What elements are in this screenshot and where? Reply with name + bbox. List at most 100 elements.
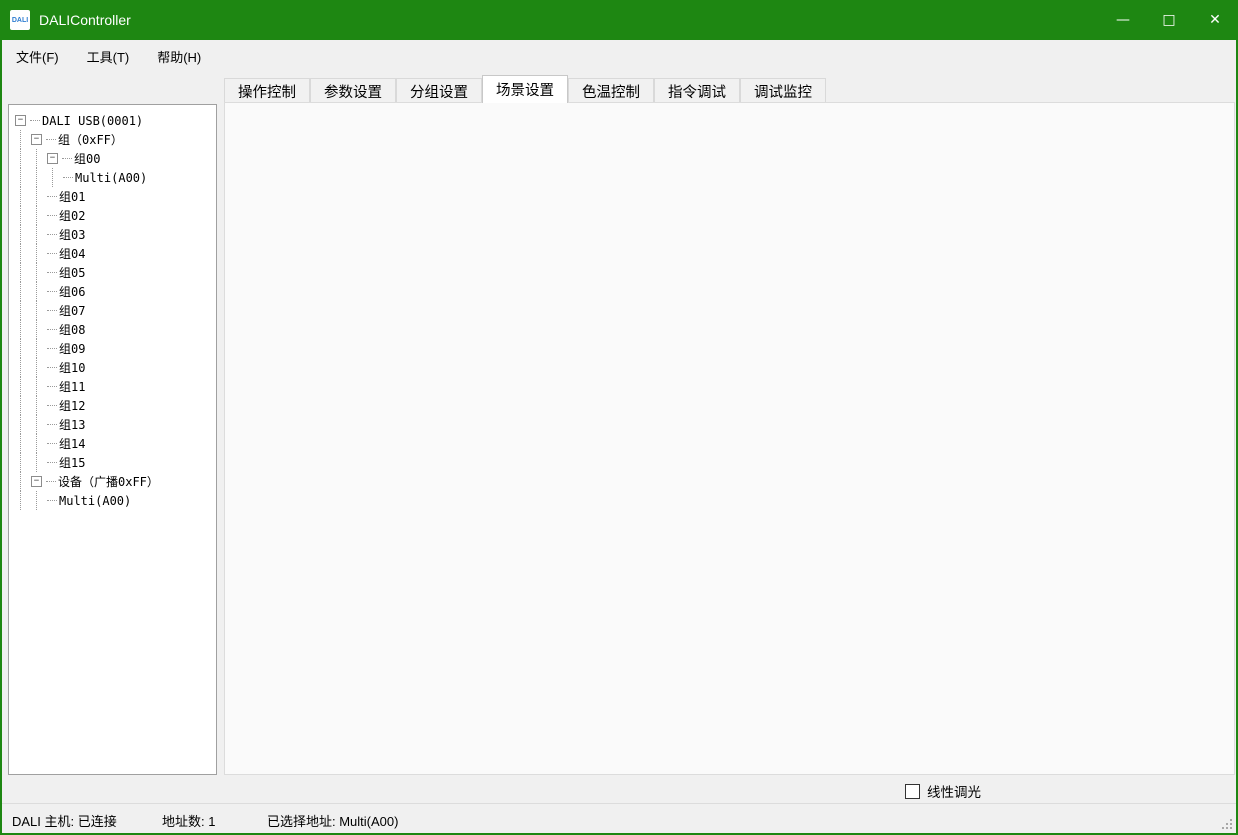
tree-indent-guide: [31, 149, 47, 168]
tree-row[interactable]: − 组00: [9, 149, 216, 168]
tree-row[interactable]: 组15: [9, 453, 216, 472]
resize-grip[interactable]: [1222, 819, 1232, 829]
tree-indent-guide: [31, 434, 47, 453]
close-button[interactable]: ✕: [1192, 0, 1238, 40]
tree-indent-guide: [15, 396, 31, 415]
tree-connector: [47, 443, 57, 444]
tree-row[interactable]: 组08: [9, 320, 216, 339]
tree-connector: [62, 158, 72, 159]
tab[interactable]: 场景设置: [482, 75, 568, 103]
tree-row[interactable]: 组07: [9, 301, 216, 320]
tree-row[interactable]: 组02: [9, 206, 216, 225]
statusbar: DALI 主机: 已连接 地址数: 1 已选择地址: Multi(A00): [2, 803, 1236, 833]
status-host: DALI 主机: 已连接: [12, 811, 117, 830]
tree-connector: [63, 177, 73, 178]
tree-indent-guide: [31, 244, 47, 263]
tree-item-label: 组（0xFF）: [58, 131, 123, 148]
tree-item-label: 组00: [74, 150, 100, 167]
menu-item[interactable]: 工具(T): [73, 40, 144, 73]
tree-row[interactable]: 组03: [9, 225, 216, 244]
tree-row[interactable]: 组14: [9, 434, 216, 453]
tree-connector: [47, 253, 57, 254]
tree-item-label: Multi(A00): [59, 494, 131, 508]
tree-collapse-icon[interactable]: −: [47, 153, 58, 164]
menu-item[interactable]: 帮助(H): [143, 40, 215, 73]
maximize-button[interactable]: □: [1146, 0, 1192, 40]
tree-row[interactable]: 组05: [9, 263, 216, 282]
tree-indent-guide: [15, 358, 31, 377]
tree-collapse-icon[interactable]: −: [15, 115, 26, 126]
tree-connector: [47, 329, 57, 330]
window-title: DALIController: [39, 12, 131, 28]
status-selected-address: 已选择地址: Multi(A00): [267, 811, 398, 830]
tree-row[interactable]: Multi(A00): [9, 491, 216, 510]
tree-indent-guide: [15, 225, 31, 244]
tree-indent-guide: [15, 244, 31, 263]
tree-item-label: 组06: [59, 283, 85, 300]
linear-dimming-label: 线性调光: [927, 781, 981, 801]
tab-label: 参数设置: [324, 81, 382, 102]
tab[interactable]: 分组设置: [396, 78, 482, 103]
tree-row[interactable]: 组09: [9, 339, 216, 358]
tab-label: 分组设置: [410, 81, 468, 102]
tree-connector: [47, 196, 57, 197]
tree-connector: [47, 348, 57, 349]
tree-indent-guide: [31, 206, 47, 225]
status-address-count: 地址数: 1: [162, 811, 215, 830]
tree-connector: [47, 272, 57, 273]
tree-indent-guide: [15, 434, 31, 453]
tree-row[interactable]: Multi(A00): [9, 168, 216, 187]
tree-connector: [47, 462, 57, 463]
tree-row[interactable]: − DALI USB(0001): [9, 111, 216, 130]
tree-indent-guide: [31, 301, 47, 320]
tree-indent-guide: [31, 491, 47, 510]
tree-indent-guide: [15, 320, 31, 339]
tab[interactable]: 色温控制: [568, 78, 654, 103]
tab[interactable]: 调试监控: [740, 78, 826, 103]
tree-collapse-icon[interactable]: −: [31, 476, 42, 487]
tree-item-label: 组05: [59, 264, 85, 281]
tree-row[interactable]: − 设备（广播0xFF）: [9, 472, 216, 491]
tree-indent-guide: [15, 130, 31, 149]
tree-item-label: 组07: [59, 302, 85, 319]
tab[interactable]: 操作控制: [224, 78, 310, 103]
device-tree-panel: − DALI USB(0001) − 组（0xFF） − 组00 Multi(A…: [8, 104, 217, 775]
app-icon: DALI: [10, 10, 30, 30]
tree-connector: [47, 291, 57, 292]
tab-label: 场景设置: [496, 79, 554, 100]
tree-item-label: 组11: [59, 378, 85, 395]
minimize-button[interactable]: —: [1100, 0, 1146, 40]
tree-row[interactable]: 组01: [9, 187, 216, 206]
tree-item-label: Multi(A00): [75, 171, 147, 185]
tree-collapse-icon[interactable]: −: [31, 134, 42, 145]
tree-item-label: 设备（广播0xFF）: [58, 473, 159, 490]
tree-row[interactable]: 组10: [9, 358, 216, 377]
tree-row[interactable]: 组11: [9, 377, 216, 396]
tree-connector: [47, 386, 57, 387]
tree-item-label: 组02: [59, 207, 85, 224]
tree-indent-guide: [31, 320, 47, 339]
tree-indent-guide: [31, 415, 47, 434]
tree-row[interactable]: 组04: [9, 244, 216, 263]
tree-connector: [47, 405, 57, 406]
tree-indent-guide: [15, 472, 31, 491]
tree-item-label: 组03: [59, 226, 85, 243]
tab[interactable]: 参数设置: [310, 78, 396, 103]
tree-connector: [47, 500, 57, 501]
tree-indent-guide: [31, 187, 47, 206]
tree-row[interactable]: − 组（0xFF）: [9, 130, 216, 149]
tab[interactable]: 指令调试: [654, 78, 740, 103]
tree-row[interactable]: 组13: [9, 415, 216, 434]
linear-dimming-checkbox[interactable]: [905, 784, 920, 799]
tree-item-label: 组10: [59, 359, 85, 376]
tree-indent-guide: [15, 168, 31, 187]
tree-row[interactable]: 组06: [9, 282, 216, 301]
tree-indent-guide: [31, 225, 47, 244]
tree-indent-guide: [31, 358, 47, 377]
tree-indent-guide: [31, 377, 47, 396]
tree-row[interactable]: 组12: [9, 396, 216, 415]
tree-connector: [47, 234, 57, 235]
tree-indent-guide: [31, 396, 47, 415]
tab-label: 色温控制: [582, 81, 640, 102]
menu-item[interactable]: 文件(F): [2, 40, 73, 73]
